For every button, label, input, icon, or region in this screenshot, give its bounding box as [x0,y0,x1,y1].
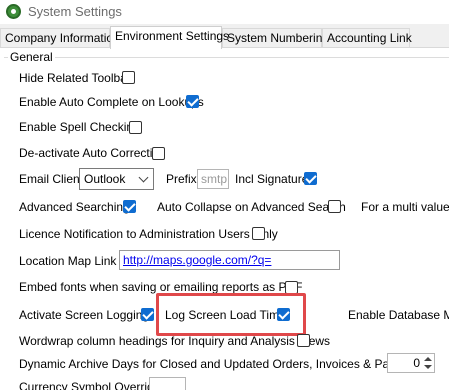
deactivate-auto-correcting-label: De-activate Auto Correcting [19,146,166,160]
hide-related-toolbar-label: Hide Related Toolbar [19,71,131,85]
activate-screen-logging-checkbox[interactable] [141,308,154,321]
title-bar: System Settings [0,0,449,24]
hide-related-toolbar-checkbox[interactable] [122,71,135,84]
auto-collapse-label: Auto Collapse on Advanced Search [157,200,346,214]
wordwrap-headings-label: Wordwrap column headings for Inquiry and… [19,334,331,348]
tab-label: Accounting Link [327,31,412,45]
incl-signature-label: Incl Signature [235,172,309,186]
licence-notification-label: Licence Notification to Administration U… [19,227,278,241]
wordwrap-headings-checkbox[interactable] [297,334,310,347]
licence-notification-checkbox[interactable] [252,227,265,240]
enable-spell-checking-label: Enable Spell Checking [19,120,140,134]
enable-spell-checking-checkbox[interactable] [129,121,142,134]
location-map-link-label: Location Map Link [19,254,117,268]
prefix-label: Prefix [166,172,197,186]
multi-value-label: For a multi value se [361,200,449,214]
tab-environment-settings[interactable]: Environment Settings [110,26,229,49]
location-map-link-input[interactable]: http://maps.google.com/?q= [119,250,340,270]
currency-symbol-override-input[interactable] [149,377,186,390]
tab-label: Environment Settings [115,29,230,43]
app-logo-icon [6,4,21,19]
tab-system-numbering[interactable]: System Numbering [222,28,329,48]
highlight-box [156,293,306,336]
group-divider [4,57,449,58]
embed-fonts-label: Embed fonts when saving or emailing repo… [19,280,303,294]
enable-auto-complete-checkbox[interactable] [186,95,199,108]
activate-screen-logging-label: Activate Screen Logging [19,308,150,322]
prefix-input[interactable]: smtp: [197,169,229,189]
spinner-arrows-icon[interactable] [423,356,432,370]
email-client-value: Outlook [84,172,126,186]
email-client-label: Email Client [19,172,84,186]
tab-company-information[interactable]: Company Information [0,28,120,48]
group-label-general: General [8,50,55,64]
tab-label: Company Information [5,31,120,45]
advanced-searching-label: Advanced Searching [19,200,130,214]
auto-collapse-checkbox[interactable] [328,200,341,213]
enable-database-label: Enable Database Me [348,308,449,322]
advanced-searching-checkbox[interactable] [123,200,136,213]
window-title: System Settings [28,4,122,19]
dynamic-archive-days-label: Dynamic Archive Days for Closed and Upda… [19,357,428,371]
tab-accounting-link[interactable]: Accounting Link [322,28,412,48]
currency-symbol-override-label: Currency Symbol Override [19,380,161,390]
tab-strip: Company Information Environment Settings… [0,26,449,49]
tab-label: System Numbering [227,31,330,45]
deactivate-auto-correcting-checkbox[interactable] [152,147,165,160]
incl-signature-checkbox[interactable] [304,172,317,185]
chevron-down-icon [138,172,149,183]
enable-auto-complete-label: Enable Auto Complete on Lookups [19,95,204,109]
email-client-select[interactable]: Outlook [79,168,154,190]
dynamic-archive-days-value: 0 [413,356,420,370]
dynamic-archive-days-stepper[interactable]: 0 [387,353,435,373]
